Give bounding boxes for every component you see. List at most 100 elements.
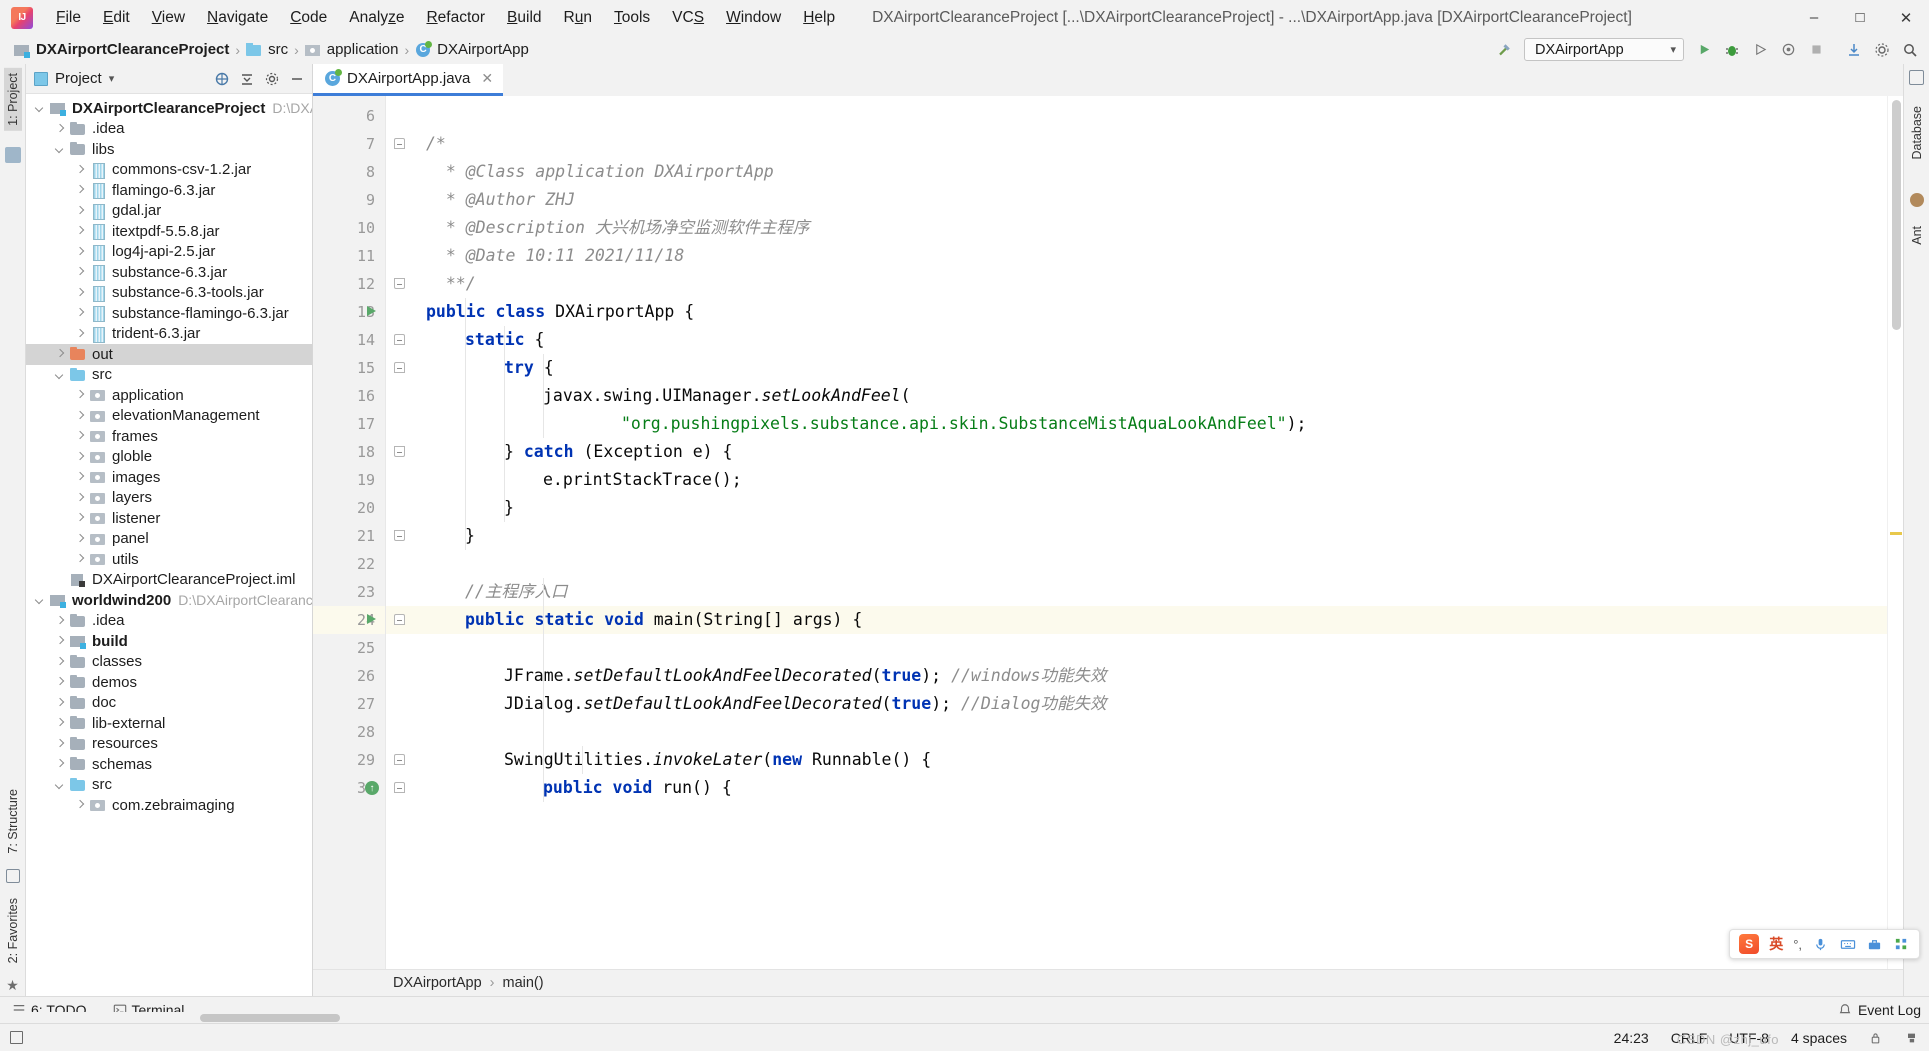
- microphone-icon[interactable]: [1812, 936, 1829, 953]
- chevron-down-icon[interactable]: [54, 143, 67, 156]
- menu-build[interactable]: Build: [496, 4, 552, 32]
- run-button[interactable]: [1691, 37, 1717, 63]
- sidebar-item-ant[interactable]: Ant: [1908, 221, 1926, 250]
- tree-node-itextpdf-5-5-8-jar[interactable]: itextpdf-5.5.8.jar: [26, 221, 312, 242]
- code-line[interactable]: e.printStackTrace();: [543, 466, 742, 494]
- code-fold-toggle[interactable]: [394, 362, 405, 373]
- code-line[interactable]: * @Date 10:11 2021/11/18: [426, 242, 684, 270]
- code-fold-toggle[interactable]: [394, 334, 405, 345]
- tree-node-globle[interactable]: globle: [26, 447, 312, 468]
- chevron-right-icon[interactable]: [54, 122, 67, 135]
- tree-node-build[interactable]: build: [26, 631, 312, 652]
- tree-node-trident-6-3-jar[interactable]: trident-6.3.jar: [26, 324, 312, 345]
- code-text-area[interactable]: /* * @Class application DXAirportApp * @…: [414, 96, 1887, 969]
- sidebar-item-structure[interactable]: 7: Structure: [4, 784, 22, 859]
- chevron-right-icon[interactable]: [74, 245, 87, 258]
- debug-button[interactable]: [1719, 37, 1745, 63]
- breadcrumb-class[interactable]: DXAirportApp: [393, 975, 482, 991]
- apps-grid-icon[interactable]: [1893, 936, 1910, 953]
- sogou-ime-logo-icon[interactable]: S: [1739, 934, 1760, 954]
- build-hammer-button[interactable]: [1491, 37, 1517, 63]
- ime-mode-label[interactable]: 英: [1769, 934, 1783, 954]
- keyboard-icon[interactable]: [1839, 936, 1856, 953]
- ime-toolbar[interactable]: S 英 °,: [1729, 929, 1920, 959]
- run-gutter-icon[interactable]: [367, 306, 376, 316]
- sidebar-item-project[interactable]: 1: Project: [3, 68, 22, 131]
- line-number-gutter[interactable]: 6 7 8 9 10 11 12 13 14 15 16 17 18 19 20 21 22 23 24 25 26 27…: [313, 96, 386, 969]
- run-gutter-icon[interactable]: [367, 614, 376, 624]
- chevron-right-icon[interactable]: [74, 184, 87, 197]
- code-line[interactable]: JDialog.setDefaultLookAndFeelDecorated(t…: [504, 690, 1106, 718]
- menu-tools[interactable]: Tools: [603, 4, 661, 32]
- hide-panel-button[interactable]: [286, 68, 308, 90]
- code-line[interactable]: "org.pushingpixels.substance.api.skin.Su…: [621, 410, 1306, 438]
- chevron-right-icon[interactable]: [54, 635, 67, 648]
- chevron-right-icon[interactable]: [74, 471, 87, 484]
- chevron-right-icon[interactable]: [74, 266, 87, 279]
- code-fold-toggle[interactable]: [394, 138, 405, 149]
- menu-refactor[interactable]: Refactor: [415, 4, 496, 32]
- lock-icon[interactable]: [1869, 1031, 1882, 1045]
- method-override-gutter-icon[interactable]: ↑: [365, 781, 379, 795]
- chevron-right-icon[interactable]: [54, 717, 67, 730]
- breadcrumb-item-src[interactable]: src: [242, 41, 292, 58]
- code-fold-toggle[interactable]: [394, 782, 405, 793]
- chevron-right-icon[interactable]: [74, 491, 87, 504]
- tree-node-resources[interactable]: resources: [26, 734, 312, 755]
- settings-button[interactable]: [1869, 37, 1895, 63]
- tree-node-log4j-api-2-5-jar[interactable]: log4j-api-2.5.jar: [26, 242, 312, 263]
- code-fold-toggle[interactable]: [394, 530, 405, 541]
- tree-node-dxairportclearanceproject-iml[interactable]: DXAirportClearanceProject.iml: [26, 570, 312, 591]
- tree-node-doc[interactable]: doc: [26, 693, 312, 714]
- chevron-right-icon[interactable]: [54, 348, 67, 361]
- chevron-down-icon[interactable]: [34, 594, 47, 607]
- chevron-right-icon[interactable]: [74, 204, 87, 217]
- code-line[interactable]: //主程序入口: [465, 578, 567, 606]
- chevron-right-icon[interactable]: [54, 676, 67, 689]
- chevron-right-icon[interactable]: [74, 225, 87, 238]
- close-icon[interactable]: ✕: [481, 70, 493, 87]
- code-line[interactable]: public class DXAirportApp {: [426, 298, 694, 326]
- menu-file[interactable]: File: [45, 4, 92, 32]
- tree-node-frames[interactable]: frames: [26, 426, 312, 447]
- tree-node-listener[interactable]: listener: [26, 508, 312, 529]
- tree-node-classes[interactable]: classes: [26, 652, 312, 673]
- vertical-scrollbar-thumb[interactable]: [1892, 100, 1901, 330]
- panel-settings-button[interactable]: [261, 68, 283, 90]
- tree-node-libs[interactable]: libs: [26, 139, 312, 160]
- chevron-right-icon[interactable]: [74, 163, 87, 176]
- code-line[interactable]: javax.swing.UIManager.setLookAndFeel(: [543, 382, 911, 410]
- menu-edit[interactable]: Edit: [92, 4, 141, 32]
- tree-node-out[interactable]: out: [26, 344, 312, 365]
- show-tool-windows-icon[interactable]: [10, 1031, 23, 1044]
- chevron-right-icon[interactable]: [74, 532, 87, 545]
- minimize-button[interactable]: –: [1791, 0, 1837, 35]
- run-configuration-selector[interactable]: DXAirportApp ▾: [1524, 38, 1684, 61]
- chevron-right-icon[interactable]: [54, 696, 67, 709]
- tree-node-flamingo-6-3-jar[interactable]: flamingo-6.3.jar: [26, 180, 312, 201]
- stop-button[interactable]: [1803, 37, 1829, 63]
- code-line[interactable]: }: [465, 522, 475, 550]
- tree-node-images[interactable]: images: [26, 467, 312, 488]
- chevron-right-icon[interactable]: [74, 512, 87, 525]
- tree-node-lib-external[interactable]: lib-external: [26, 713, 312, 734]
- tree-node-dxairportclearanceproject[interactable]: DXAirportClearanceProject D:\DXAirport: [26, 98, 312, 119]
- toolbox-icon[interactable]: [1866, 936, 1883, 953]
- chevron-down-icon[interactable]: [34, 102, 47, 115]
- code-fold-toggle[interactable]: [394, 614, 405, 625]
- breadcrumb-item-dxairportclearanceproject[interactable]: DXAirportClearanceProject: [10, 41, 233, 58]
- maximize-button[interactable]: □: [1837, 0, 1883, 35]
- tree-node-com-zebraimaging[interactable]: com.zebraimaging: [26, 795, 312, 816]
- code-line[interactable]: JFrame.setDefaultLookAndFeelDecorated(tr…: [504, 662, 1106, 690]
- tree-node-layers[interactable]: layers: [26, 488, 312, 509]
- code-fold-toggle[interactable]: [394, 446, 405, 457]
- tree-node-panel[interactable]: panel: [26, 529, 312, 550]
- chevron-right-icon[interactable]: [74, 307, 87, 320]
- tree-node-substance-flamingo-6-3-jar[interactable]: substance-flamingo-6.3.jar: [26, 303, 312, 324]
- chevron-right-icon[interactable]: [74, 799, 87, 812]
- sidebar-item-database[interactable]: Database: [1908, 101, 1926, 165]
- chevron-right-icon[interactable]: [74, 409, 87, 422]
- caret-position[interactable]: 24:23: [1614, 1030, 1649, 1046]
- chevron-right-icon[interactable]: [54, 614, 67, 627]
- menu-help[interactable]: Help: [792, 4, 846, 32]
